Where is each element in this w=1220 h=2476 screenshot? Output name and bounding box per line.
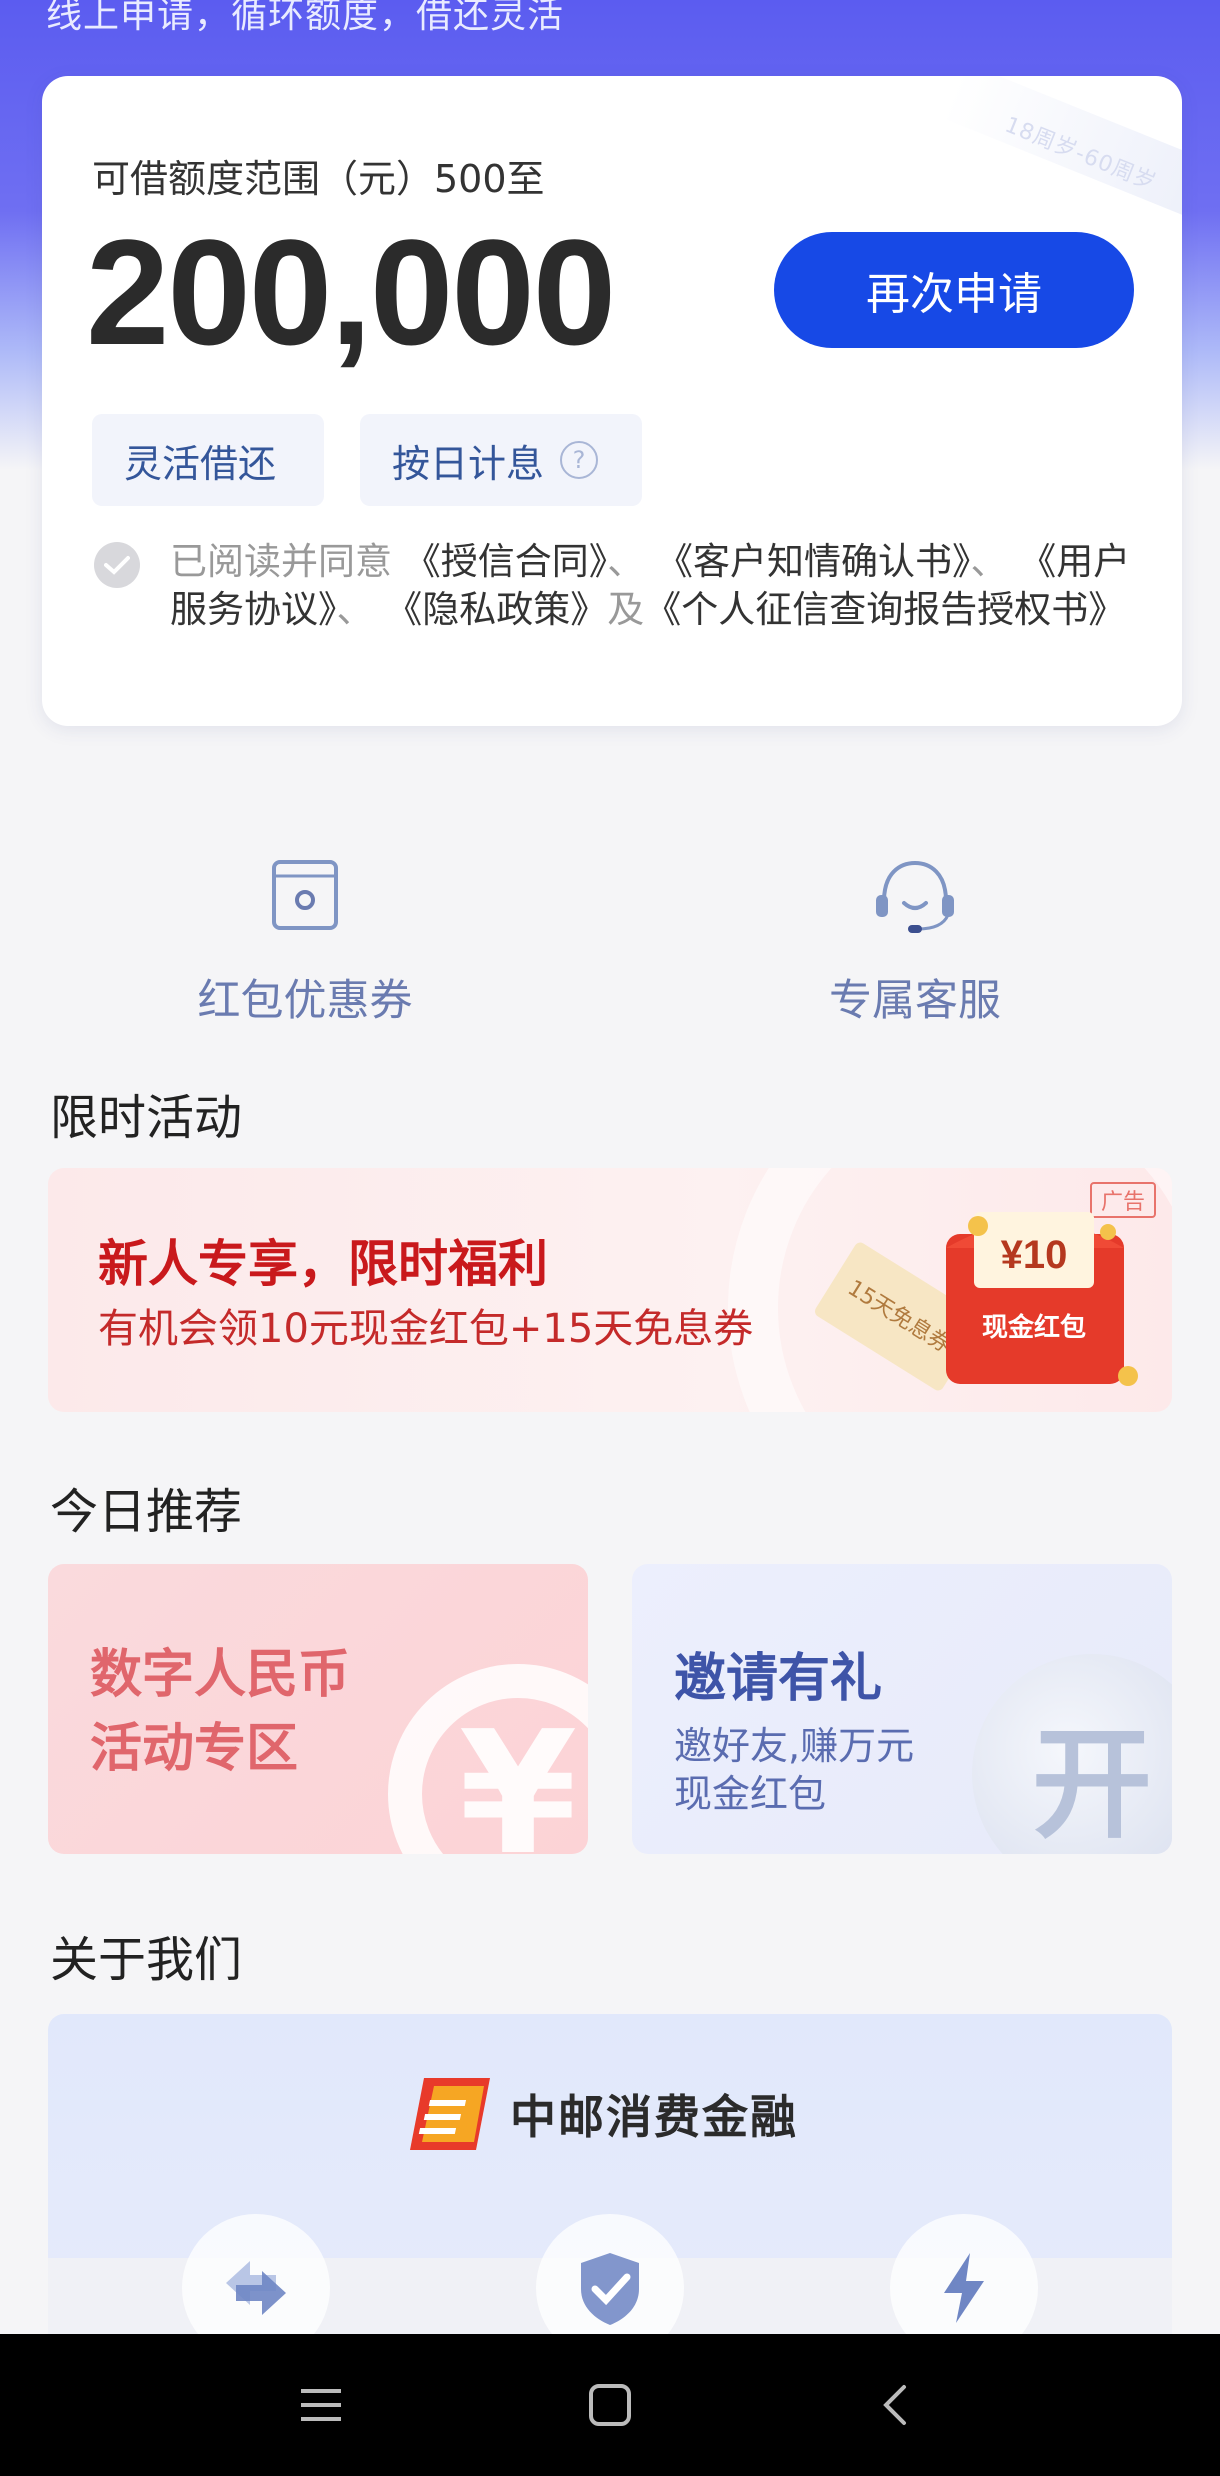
section-title-about: 关于我们 (50, 1932, 243, 1988)
separator: 、 (336, 588, 374, 631)
credit-card: 18周岁-60周岁 可借额度范围（元）500至 200,000 再次申请 灵活借… (42, 76, 1182, 726)
recommend-description: 邀好友,赚万元 现金红包 (674, 1722, 914, 1818)
doc-link-credit-contract[interactable]: 《授信合同》 (404, 540, 608, 583)
promo-subtitle: 有机会领10元现金红包+15天免息券 (98, 1306, 754, 1352)
redpacket-amount: ¥10 (1001, 1233, 1068, 1277)
brand-logo: 中邮消费金融 (404, 2072, 798, 2156)
doc-link-credit-report-auth[interactable]: 《个人征信查询报告授权书》 (644, 588, 1125, 631)
recommend-desc-line: 现金红包 (674, 1772, 827, 1816)
quick-link-customer-service[interactable]: 专属客服 (755, 850, 1075, 1028)
recommend-title-line: 活动专区 (90, 1719, 299, 1779)
recommend-desc-line: 邀好友,赚万元 (674, 1724, 915, 1768)
recommend-card-ecny[interactable]: ¥ 数字人民币 活动专区 (48, 1564, 588, 1854)
refresh-icon (182, 2214, 330, 2334)
tag-label: 按日计息 (392, 441, 545, 486)
agree-checkbox[interactable] (94, 542, 140, 588)
limit-label: 可借额度范围（元）500至 (92, 157, 545, 201)
section-title-recommend: 今日推荐 (50, 1484, 243, 1540)
back-icon[interactable] (860, 2370, 930, 2440)
check-icon (104, 556, 130, 575)
limit-amount: 200,000 (86, 208, 616, 376)
doc-link-privacy-policy[interactable]: 《隐私政策》 (385, 588, 607, 631)
quick-link-label: 专属客服 (829, 976, 1001, 1026)
quick-link-label: 红包优惠券 (197, 976, 413, 1026)
separator: 、 (970, 540, 1008, 583)
conjunction: 及 (607, 588, 645, 631)
separator: 、 (607, 540, 645, 583)
lightning-icon (890, 2214, 1038, 2334)
system-navigation-bar (0, 2334, 1220, 2476)
tag-label: 灵活借还 (124, 441, 277, 486)
tag-daily-interest: 按日计息 ? (360, 414, 642, 506)
section-title-promo: 限时活动 (50, 1090, 243, 1146)
brand-logo-icon (410, 2078, 490, 2150)
tagline: 线上申请，循环额度，借还灵活 (46, 0, 565, 36)
doc-link-customer-notice[interactable]: 《客户知情确认书》 (656, 540, 971, 583)
quick-link-coupons[interactable]: 红包优惠券 (145, 850, 465, 1028)
agreement-prefix: 已阅读并同意 (170, 540, 392, 583)
promo-title: 新人专享，限时福利 (98, 1235, 548, 1293)
headset-icon (755, 850, 1075, 940)
agreement-text: 已阅读并同意 《授信合同》、 《客户知情确认书》、 《用户服务协议》、 《隐私政… (170, 538, 1160, 634)
menu-icon[interactable] (286, 2370, 356, 2440)
coin-icon: 开 (972, 1654, 1172, 1854)
brand-name: 中邮消费金融 (510, 2090, 798, 2144)
tag-flexible-repay: 灵活借还 (92, 414, 324, 506)
help-icon[interactable]: ? (560, 441, 599, 479)
recommend-card-invite[interactable]: 开 邀请有礼 邀好友,赚万元 现金红包 (632, 1564, 1172, 1854)
coupon-icon (145, 850, 465, 940)
shield-icon (536, 2214, 684, 2334)
recommend-title-line: 数字人民币 (90, 1645, 351, 1705)
about-card[interactable]: 中邮消费金融 (48, 2014, 1172, 2334)
recommend-title: 邀请有礼 (674, 1649, 883, 1709)
recommend-title: 数字人民币 活动专区 (90, 1638, 350, 1786)
redpacket-label: 现金红包 (982, 1312, 1086, 1343)
redpacket-illustration: 15天免息券 ¥10 现金红包 (815, 1212, 1138, 1391)
promo-banner[interactable]: 新人专享，限时福利 有机会领10元现金红包+15天免息券 广告 15天免息券 ¥… (48, 1168, 1172, 1412)
yuan-icon: ¥ (388, 1664, 588, 1854)
home-icon[interactable] (575, 2370, 645, 2440)
apply-again-button[interactable]: 再次申请 (774, 232, 1134, 348)
